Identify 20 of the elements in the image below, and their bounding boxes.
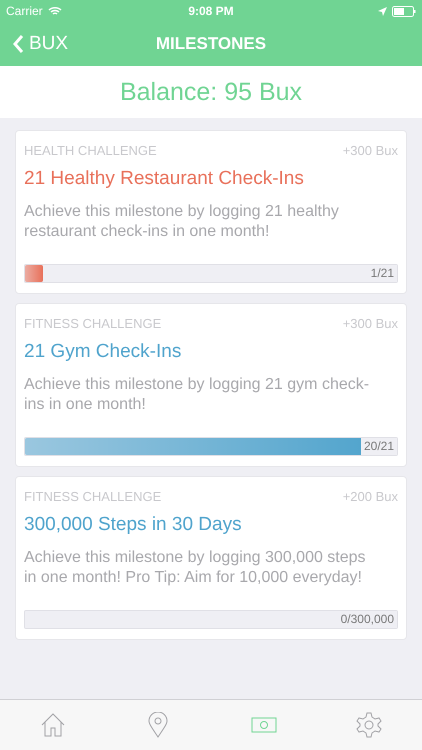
carrier-label: Carrier <box>6 4 43 18</box>
milestone-title: 300,000 Steps in 30 Days <box>24 514 243 536</box>
milestone-title: 21 Gym Check-Ins <box>24 341 182 363</box>
banknote-icon <box>250 717 277 733</box>
wifi-icon <box>48 6 62 16</box>
battery-icon <box>392 6 416 16</box>
milestone-description: Achieve this milestone by logging 21 healthy restaurant check-ins in one month! <box>24 202 340 242</box>
location-arrow-icon <box>378 6 387 16</box>
home-icon <box>40 712 66 738</box>
status-time: 9:08 PM <box>188 4 234 18</box>
milestone-description: Achieve this milestone by logging 300,000 steps in one month! Pro Tip: Aim for 10,000 everyday! <box>24 548 367 588</box>
screen-title: MILESTONES <box>156 34 266 54</box>
balance-label: Balance: 95 Bux <box>120 78 302 106</box>
chevron-left-icon <box>12 34 24 54</box>
milestone-description: Achieve this milestone by logging 21 gym check-ins in one month! <box>24 375 370 415</box>
settings-icon <box>356 712 382 738</box>
milestone-title: 21 Healthy Restaurant Check-Ins <box>24 168 305 190</box>
progress-count: 20/21 <box>360 438 397 455</box>
back-button[interactable]: BUX <box>12 33 68 55</box>
map-pin-icon <box>148 712 168 738</box>
